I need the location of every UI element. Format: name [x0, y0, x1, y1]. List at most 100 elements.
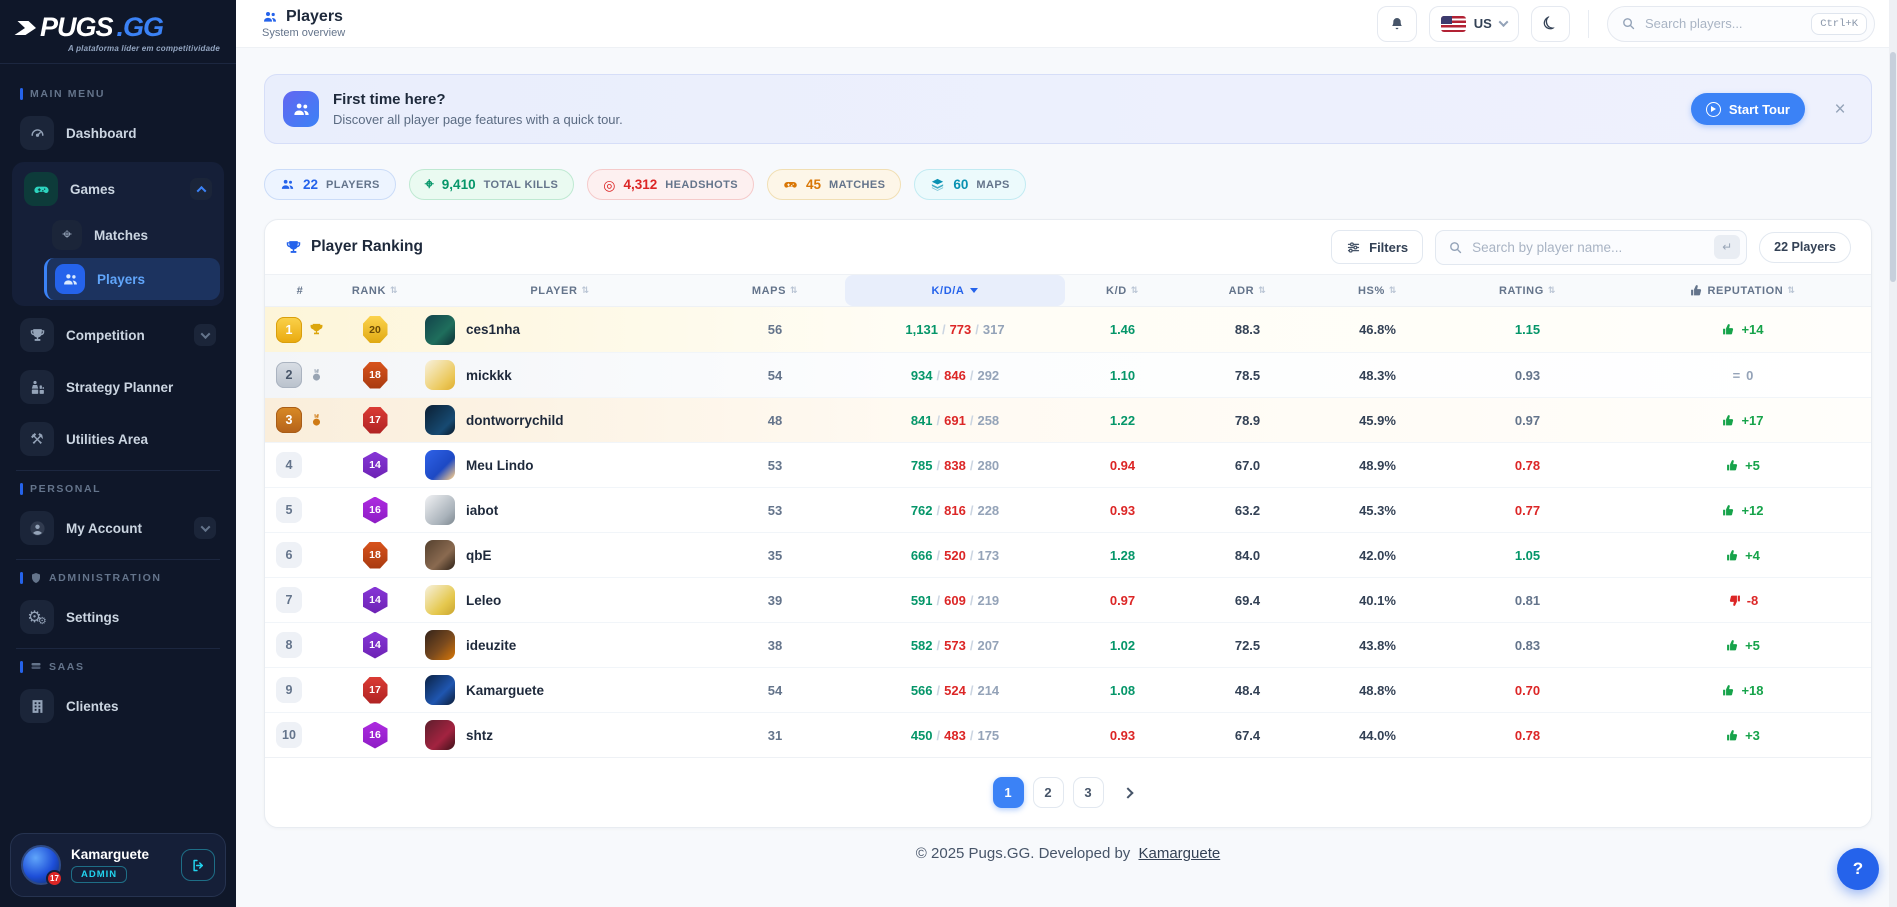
language-selector[interactable]: US [1429, 6, 1519, 42]
logo-swoosh-icon [14, 18, 38, 38]
player-avatar [425, 315, 455, 345]
trophy-icon [20, 318, 54, 352]
table-row[interactable]: 7 14 Leleo 39 591/609/219 0.97 69.4 40.1… [265, 577, 1871, 622]
thumb-up-icon [1722, 504, 1735, 517]
tour-banner: First time here? Discover all player pag… [264, 74, 1872, 144]
sort-icon: ⇅ [582, 285, 590, 296]
rating-value: 0.77 [1440, 503, 1615, 518]
global-search-input[interactable] [1645, 16, 1802, 31]
kd-value: 1.28 [1065, 548, 1180, 563]
column-reputation[interactable]: REPUTATION⇅ [1615, 275, 1871, 306]
us-flag-icon [1441, 16, 1466, 32]
page-scrollbar[interactable] [1889, 0, 1897, 907]
table-row[interactable]: 3 17 dontworrychild 48 841/691/258 1.22 … [265, 397, 1871, 442]
kills-value: 582 [911, 638, 933, 653]
position-badge: 2 [276, 362, 302, 388]
chevron-down-icon [200, 329, 210, 339]
player-avatar [425, 405, 455, 435]
kda-value: 1,131/773/317 [845, 322, 1065, 337]
kda-value: 666/520/173 [845, 548, 1065, 563]
column-player[interactable]: PLAYER⇅ [415, 275, 705, 306]
table-row[interactable]: 10 16 shtz 31 450/483/175 0.93 67.4 44.0… [265, 712, 1871, 757]
table-row[interactable]: 9 17 Kamarguete 54 566/524/214 1.08 48.4… [265, 667, 1871, 712]
players-icon [280, 177, 295, 192]
hs-value: 46.8% [1315, 322, 1440, 337]
banner-close-button[interactable]: × [1827, 96, 1853, 122]
player-search-input[interactable] [1472, 240, 1705, 255]
position-badge: 3 [276, 407, 302, 433]
sidebar-item-my-account[interactable]: My Account [12, 505, 224, 551]
account-expand-button[interactable] [194, 517, 216, 539]
sidebar-item-players[interactable]: Players [44, 258, 220, 300]
hs-value: 48.3% [1315, 368, 1440, 383]
page-button-1[interactable]: 1 [993, 777, 1024, 808]
notifications-button[interactable] [1377, 6, 1417, 42]
language-label: US [1474, 16, 1492, 31]
page-button-2[interactable]: 2 [1033, 777, 1064, 808]
table-row[interactable]: 6 18 qbE 35 666/520/173 1.28 84.0 42.0% … [265, 532, 1871, 577]
assists-value: 228 [977, 503, 999, 518]
next-page-button[interactable] [1113, 777, 1144, 808]
thumb-down-icon [1728, 594, 1741, 607]
player-search[interactable]: ↵ [1435, 230, 1747, 265]
section-main-menu: MAIN MENU [20, 88, 216, 100]
column-hs[interactable]: HS%⇅ [1315, 275, 1440, 306]
table-row[interactable]: 2 18 mickkk 54 934/846/292 1.10 78.5 48.… [265, 352, 1871, 397]
medal-icon [308, 682, 324, 698]
page-button-3[interactable]: 3 [1073, 777, 1104, 808]
deaths-value: 691 [944, 413, 966, 428]
table-row[interactable]: 4 14 Meu Lindo 53 785/838/280 0.94 67.0 … [265, 442, 1871, 487]
player-name: Leleo [466, 593, 501, 608]
sort-icon: ⇅ [1258, 285, 1266, 296]
dark-mode-toggle[interactable]: ☾ [1531, 6, 1570, 42]
deaths-value: 838 [944, 458, 966, 473]
kd-value: 0.93 [1065, 503, 1180, 518]
column-rank[interactable]: RANK⇅ [335, 275, 415, 306]
table-row[interactable]: 1 20 ces1nha 56 1,131/773/317 1.46 88.3 … [265, 307, 1871, 352]
thumb-up-icon [1722, 323, 1735, 336]
column-adr[interactable]: ADR⇅ [1180, 275, 1315, 306]
brand-logo[interactable]: PUGS.GG A plataforma líder em competitiv… [0, 0, 236, 64]
games-collapse-button[interactable] [190, 178, 212, 200]
adr-value: 72.5 [1180, 638, 1315, 653]
search-icon [1448, 240, 1463, 255]
position-badge: 4 [276, 452, 302, 478]
help-button[interactable]: ? [1837, 848, 1879, 890]
table-row[interactable]: 5 16 iabot 53 762/816/228 0.93 63.2 45.3… [265, 487, 1871, 532]
global-search[interactable]: Ctrl+K [1607, 6, 1875, 42]
sidebar-item-games[interactable]: Games [16, 166, 220, 212]
sort-icon: ⇅ [390, 285, 398, 296]
kills-value: 841 [911, 413, 933, 428]
sidebar-item-matches[interactable]: ⌖ Matches [44, 214, 220, 256]
sidebar-item-strategy-planner[interactable]: Strategy Planner [12, 364, 224, 410]
sort-icon: ⇅ [1548, 285, 1556, 296]
maps-value: 54 [705, 683, 845, 698]
sidebar-item-clientes[interactable]: Clientes [12, 683, 224, 729]
column-maps[interactable]: MAPS⇅ [705, 275, 845, 306]
sidebar-item-settings[interactable]: ⚙⚙ Settings [12, 594, 224, 640]
stat-value: 9,410 [442, 177, 476, 192]
player-avatar [425, 495, 455, 525]
sidebar-item-competition[interactable]: Competition [12, 312, 224, 358]
column-kda[interactable]: K/D/A [845, 275, 1065, 306]
kills-value: 566 [911, 683, 933, 698]
rank-level-badge: 14 [363, 452, 388, 479]
sidebar-item-utilities-area[interactable]: ⚒ Utilities Area [12, 416, 224, 462]
competition-expand-button[interactable] [194, 324, 216, 346]
user-card[interactable]: 17 Kamarguete ADMIN [10, 833, 226, 897]
start-tour-button[interactable]: Start Tour [1691, 93, 1805, 125]
logout-button[interactable] [181, 849, 215, 881]
trophy-icon [308, 322, 324, 338]
filters-button[interactable]: Filters [1331, 230, 1423, 264]
scrollbar-thumb[interactable] [1890, 52, 1896, 282]
rating-value: 1.15 [1440, 322, 1615, 337]
sidebar-item-dashboard[interactable]: Dashboard [12, 110, 224, 156]
table-row[interactable]: 8 14 ideuzite 38 582/573/207 1.02 72.5 4… [265, 622, 1871, 667]
column-kd[interactable]: K/D⇅ [1065, 275, 1180, 306]
sort-icon: ⇅ [1787, 285, 1795, 296]
stat-chip: ◎ 4,312 HEADSHOTS [587, 169, 754, 200]
column-rating[interactable]: RATING⇅ [1440, 275, 1615, 306]
assists-value: 214 [977, 683, 999, 698]
rank-level-badge: 16 [363, 722, 388, 749]
footer-link[interactable]: Kamarguete [1138, 845, 1220, 862]
